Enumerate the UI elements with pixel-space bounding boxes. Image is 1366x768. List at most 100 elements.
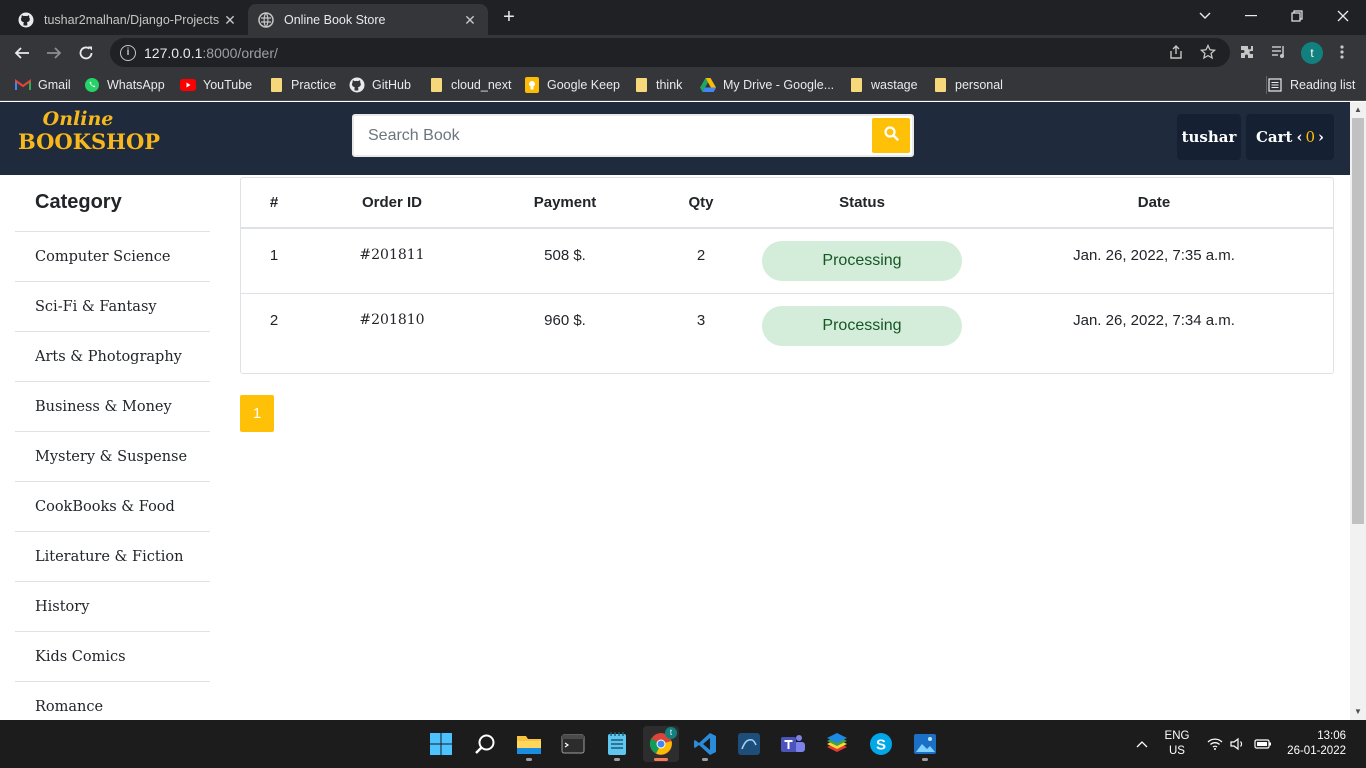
folder-icon: [428, 77, 444, 93]
site-logo[interactable]: Online BOOKSHOP: [18, 110, 161, 154]
browser-tab-strip: tushar2malhan/Django-Projects ✕ Online B…: [0, 0, 1366, 35]
bookmark-label: think: [656, 78, 683, 92]
show-hidden-icons-icon[interactable]: [1130, 720, 1154, 768]
bookmark-star-icon[interactable]: [1198, 42, 1218, 62]
column-header-qty: Qty: [653, 178, 749, 229]
category-item-computer-science[interactable]: Computer Science: [15, 232, 210, 282]
terminal-icon[interactable]: [555, 726, 591, 762]
bookmark-youtube[interactable]: YouTube: [180, 76, 252, 94]
column-header-status: Status: [749, 178, 975, 229]
wifi-icon[interactable]: [1204, 720, 1226, 768]
tab-github[interactable]: tushar2malhan/Django-Projects ✕: [8, 4, 248, 35]
bookmark-folder-practice[interactable]: Practice: [268, 76, 336, 94]
bookmark-folder-cloud-next[interactable]: cloud_next: [428, 76, 511, 94]
page-scrollbar[interactable]: ▲ ▼: [1350, 102, 1366, 720]
clock[interactable]: 13:06 26-01-2022: [1280, 720, 1346, 768]
bluestacks-icon[interactable]: [819, 726, 855, 762]
order-number: 1: [241, 228, 307, 294]
logo-line2: BOOKSHOP: [18, 129, 161, 154]
cart-button[interactable]: Cart ‹ 0 ›: [1246, 114, 1334, 160]
restore-button[interactable]: [1274, 0, 1320, 32]
order-payment: 960 $.: [544, 311, 586, 329]
scrollbar-thumb[interactable]: [1352, 118, 1364, 524]
media-control-icon[interactable]: [1269, 42, 1289, 62]
language-indicator[interactable]: ENG US: [1158, 720, 1196, 768]
tab-search-icon[interactable]: [1182, 0, 1228, 32]
order-id: #201811: [307, 228, 477, 294]
order-payment: 508 $.: [477, 228, 653, 294]
profile-badge: t: [665, 727, 677, 739]
user-button[interactable]: tushar: [1177, 114, 1241, 160]
scroll-up-icon[interactable]: ▲: [1350, 102, 1366, 118]
reading-list-button[interactable]: Reading list: [1266, 76, 1355, 94]
bookmark-github[interactable]: GitHub: [349, 76, 411, 94]
category-item-sci-fi-fantasy[interactable]: Sci-Fi & Fantasy: [15, 282, 210, 332]
search-bar: [352, 114, 914, 157]
bookmark-my-drive[interactable]: My Drive - Google...: [700, 76, 834, 94]
bookmark-folder-think[interactable]: think: [633, 76, 682, 94]
search-icon[interactable]: [467, 726, 503, 762]
close-icon[interactable]: ✕: [462, 12, 478, 28]
running-indicator: [654, 758, 668, 761]
order-date: Jan. 26, 2022, 7:35 a.m.: [975, 228, 1333, 294]
new-tab-button[interactable]: +: [498, 7, 520, 29]
keyboard-layout: US: [1169, 745, 1185, 757]
bookmark-label: cloud_next: [451, 78, 512, 92]
search-button[interactable]: [872, 118, 910, 153]
cart-count: 0: [1305, 128, 1316, 146]
mysql-workbench-icon[interactable]: [731, 726, 767, 762]
battery-icon[interactable]: [1252, 720, 1274, 768]
bookmark-google-keep[interactable]: Google Keep: [524, 76, 620, 94]
table-row: 1 #201811 508 $. 2 Processing Jan. 26, 2…: [241, 228, 1333, 294]
bookmark-folder-wastage[interactable]: wastage: [848, 76, 918, 94]
profile-avatar[interactable]: t: [1301, 42, 1323, 64]
pagination-page-1[interactable]: 1: [240, 395, 274, 432]
category-item-cookbooks-food[interactable]: CookBooks & Food: [15, 482, 210, 532]
address-bar[interactable]: i 127.0.0.1 :8000/order/: [110, 38, 1230, 67]
tab-online-book-store[interactable]: Online Book Store ✕: [248, 4, 488, 35]
info-icon[interactable]: i: [120, 44, 136, 61]
bookmark-gmail[interactable]: Gmail: [15, 76, 71, 94]
clock-date: 26-01-2022: [1287, 745, 1346, 757]
skype-icon[interactable]: S: [863, 726, 899, 762]
volume-icon[interactable]: [1228, 720, 1248, 768]
folder-icon: [932, 77, 948, 93]
vscode-icon[interactable]: [687, 726, 723, 762]
chevron-right-icon: ›: [1318, 128, 1325, 146]
category-item-literature-fiction[interactable]: Literature & Fiction: [15, 532, 210, 582]
bookmark-whatsapp[interactable]: WhatsApp: [84, 76, 165, 94]
close-window-button[interactable]: [1320, 0, 1366, 32]
category-item-business-money[interactable]: Business & Money: [15, 382, 210, 432]
minimize-button[interactable]: [1228, 0, 1274, 32]
category-item-arts-photography[interactable]: Arts & Photography: [15, 332, 210, 382]
close-icon[interactable]: ✕: [222, 12, 238, 28]
bookmark-folder-personal[interactable]: personal: [932, 76, 1003, 94]
chrome-icon[interactable]: t: [643, 726, 679, 762]
reload-button[interactable]: [72, 39, 100, 67]
scroll-down-icon[interactable]: ▼: [1350, 704, 1366, 720]
category-item-history[interactable]: History: [15, 582, 210, 632]
menu-icon[interactable]: [1332, 42, 1352, 62]
bookmark-label: GitHub: [372, 78, 411, 92]
file-explorer-icon[interactable]: [511, 726, 547, 762]
column-header-payment: Payment: [477, 178, 653, 229]
category-item-kids-comics[interactable]: Kids Comics: [15, 632, 210, 682]
notepad-icon[interactable]: [599, 726, 635, 762]
running-indicator: [614, 758, 620, 761]
photos-icon[interactable]: [907, 726, 943, 762]
teams-icon[interactable]: [775, 726, 811, 762]
status-badge: Processing: [762, 241, 962, 281]
category-item-romance[interactable]: Romance: [15, 682, 210, 720]
category-item-mystery-suspense[interactable]: Mystery & Suspense: [15, 432, 210, 482]
search-input[interactable]: [356, 118, 870, 153]
svg-text:S: S: [876, 737, 886, 754]
column-header-date: Date: [975, 178, 1333, 229]
windows-taskbar: t S ENG US 13:06 26-01-2022: [0, 720, 1366, 768]
extensions-icon[interactable]: [1237, 42, 1257, 62]
back-button[interactable]: [8, 39, 36, 67]
forward-button[interactable]: [40, 39, 68, 67]
folder-icon: [848, 77, 864, 93]
running-indicator: [526, 758, 532, 761]
windows-start-icon[interactable]: [423, 726, 459, 762]
share-icon[interactable]: [1166, 42, 1186, 62]
